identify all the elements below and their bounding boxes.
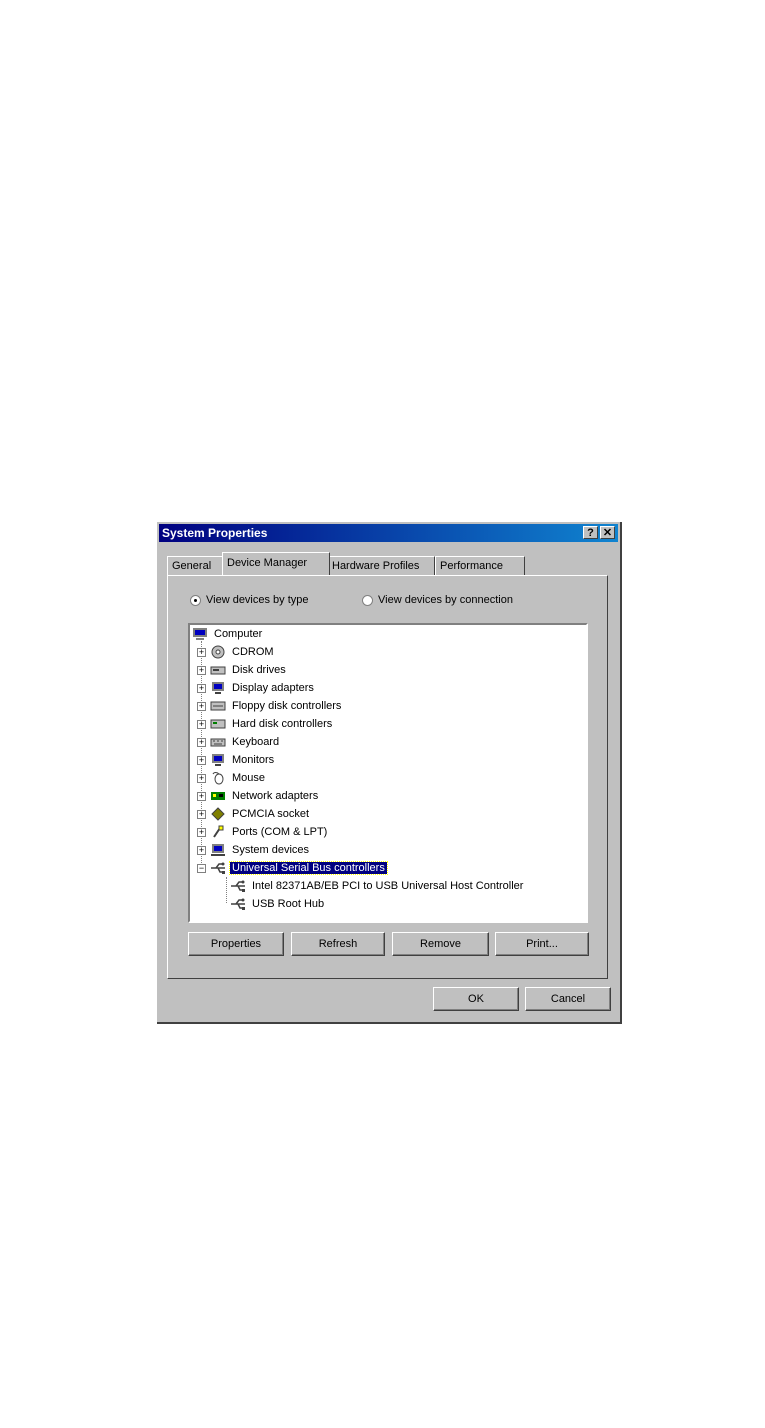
expand-plus-icon[interactable]: + [197, 647, 206, 657]
tab-hardware-profiles[interactable]: Hardware Profiles [327, 556, 435, 575]
disk-drive-icon [210, 666, 226, 675]
expand-plus-icon[interactable]: + [197, 809, 206, 819]
mouse-icon [212, 772, 224, 785]
tree-child-usb-root-hub[interactable]: USB Root Hub [230, 895, 326, 913]
tab-device-manager[interactable]: Device Manager [222, 552, 330, 575]
radio-unselected-icon [362, 594, 373, 606]
tree-label: Ports (COM & LPT) [232, 826, 328, 838]
tree-label: Hard disk controllers [232, 718, 333, 730]
expand-plus-icon[interactable]: + [197, 665, 206, 675]
tree-item-usb-controllers[interactable]: − Universal Serial Bus controllers [197, 859, 388, 877]
tree-label: Keyboard [232, 736, 280, 748]
view-by-connection-label: View devices by connection [378, 594, 513, 606]
expand-plus-icon[interactable]: + [197, 755, 206, 765]
tree-label: Disk drives [232, 664, 286, 676]
tree-label: USB Root Hub [252, 898, 325, 910]
tree-item-network-adapters[interactable]: + Network adapters [197, 787, 320, 805]
tree-child-intel-usb-host-controller[interactable]: Intel 82371AB/EB PCI to USB Universal Ho… [230, 877, 525, 895]
device-manager-panel: View devices by type View devices by con… [167, 575, 608, 979]
port-connector-icon [213, 825, 224, 838]
tree-item-hard-disk-controllers[interactable]: + Hard disk controllers [197, 715, 334, 733]
expand-plus-icon[interactable]: + [197, 827, 206, 837]
tree-label: CDROM [232, 646, 274, 658]
tree-label: Network adapters [232, 790, 319, 802]
tree-item-cdrom[interactable]: + CDROM [197, 643, 276, 661]
tree-label: Display adapters [232, 682, 314, 694]
expand-plus-icon[interactable]: + [197, 683, 206, 693]
title-bar[interactable]: System Properties ? ✕ [159, 524, 618, 542]
usb-icon [211, 862, 225, 874]
monitor-icon [212, 754, 224, 766]
floppy-controller-icon [210, 701, 226, 711]
system-device-icon [211, 844, 225, 856]
expand-plus-icon[interactable]: + [197, 773, 206, 783]
expand-plus-icon[interactable]: + [197, 791, 206, 801]
radio-selected-icon [190, 594, 201, 606]
system-properties-window: System Properties ? ✕ General Device Man… [157, 522, 622, 1024]
network-adapter-icon [211, 792, 225, 800]
view-by-connection-radio[interactable]: View devices by connection [362, 594, 513, 606]
tree-label: Monitors [232, 754, 275, 766]
ok-button[interactable]: OK [433, 987, 519, 1011]
usb-icon [231, 898, 245, 910]
tree-item-floppy-disk-controllers[interactable]: + Floppy disk controllers [197, 697, 343, 715]
close-button[interactable]: ✕ [600, 526, 615, 539]
tree-item-mouse[interactable]: + Mouse [197, 769, 267, 787]
tree-label: Floppy disk controllers [232, 700, 342, 712]
window-title: System Properties [162, 526, 268, 540]
usb-icon [231, 880, 245, 892]
tab-performance[interactable]: Performance [435, 556, 525, 575]
collapse-minus-icon[interactable]: − [197, 863, 206, 873]
tree-connector [226, 877, 227, 903]
tree-item-ports[interactable]: + Ports (COM & LPT) [197, 823, 329, 841]
tree-item-keyboard[interactable]: + Keyboard [197, 733, 281, 751]
refresh-button[interactable]: Refresh [291, 932, 385, 956]
keyboard-icon [210, 738, 226, 747]
tab-general[interactable]: General [167, 556, 229, 575]
tree-label: Computer [214, 628, 263, 640]
computer-icon [193, 628, 207, 640]
tree-label: System devices [232, 844, 310, 856]
expand-plus-icon[interactable]: + [197, 737, 206, 747]
tree-item-disk-drives[interactable]: + Disk drives [197, 661, 288, 679]
view-by-type-label: View devices by type [206, 594, 309, 606]
properties-button[interactable]: Properties [188, 932, 284, 956]
tree-item-monitors[interactable]: + Monitors [197, 751, 276, 769]
view-by-type-radio[interactable]: View devices by type [190, 594, 309, 606]
expand-plus-icon[interactable]: + [197, 719, 206, 729]
tree-item-system-devices[interactable]: + System devices [197, 841, 311, 859]
expand-plus-icon[interactable]: + [197, 845, 206, 855]
tree-label: PCMCIA socket [232, 808, 310, 820]
expand-plus-icon[interactable]: + [197, 701, 206, 711]
tree-label: Universal Serial Bus controllers [229, 861, 388, 875]
help-button[interactable]: ? [583, 526, 598, 539]
cdrom-icon [211, 645, 225, 659]
print-button[interactable]: Print... [495, 932, 589, 956]
tree-item-display-adapters[interactable]: + Display adapters [197, 679, 316, 697]
tree-root-computer[interactable]: Computer [192, 625, 264, 643]
hard-disk-controller-icon [210, 719, 226, 729]
tree-label: Mouse [232, 772, 266, 784]
remove-button[interactable]: Remove [392, 932, 489, 956]
cancel-button[interactable]: Cancel [525, 987, 611, 1011]
tree-label: Intel 82371AB/EB PCI to USB Universal Ho… [252, 880, 524, 892]
tree-item-pcmcia-socket[interactable]: + PCMCIA socket [197, 805, 311, 823]
device-tree[interactable]: Computer + CDROM + Disk drives + Display… [188, 623, 588, 923]
pcmcia-socket-icon [211, 807, 225, 821]
display-adapter-icon [212, 682, 224, 694]
